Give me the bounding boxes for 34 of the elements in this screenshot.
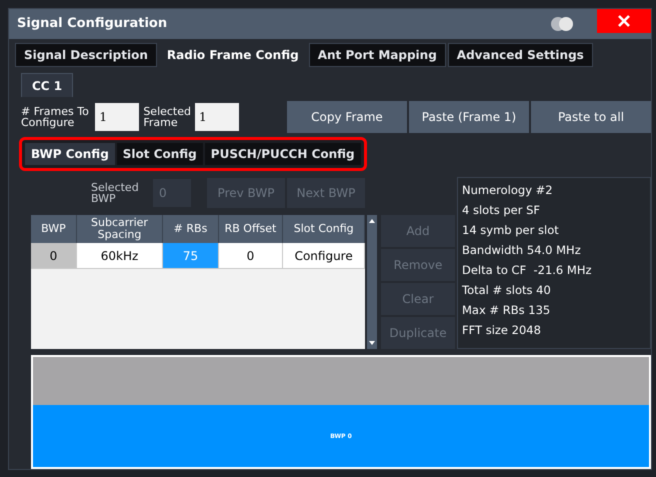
info-text: Bandwidth 54.0 MHz — [462, 242, 582, 258]
input-field[interactable]: 1 — [95, 103, 140, 131]
info-text: Total # slots 40 — [462, 282, 552, 298]
info-text: Max # RBs 135 — [462, 302, 552, 318]
tab[interactable]: BWP Config — [25, 143, 115, 165]
frame-button[interactable]: Paste to all — [531, 101, 651, 133]
info-text: FFT size 2048 — [462, 322, 542, 338]
toggle-icon[interactable] — [551, 17, 573, 31]
frame-button[interactable]: Paste (Frame 1) — [409, 101, 529, 133]
window-title: Signal Configuration — [17, 15, 168, 34]
scroll-up-icon[interactable] — [369, 219, 376, 223]
table-cell[interactable]: 0 — [31, 243, 77, 269]
tab[interactable]: Ant Port Mapping — [308, 43, 446, 67]
field-label: # Frames To Configure — [21, 106, 90, 128]
table-cell[interactable]: 60kHz — [77, 243, 163, 269]
info-text: Numerology #2 — [462, 182, 554, 198]
field-label: Selected BWP — [91, 182, 140, 204]
table-cell[interactable]: 0 — [219, 243, 283, 269]
close-button[interactable] — [597, 9, 651, 33]
info-text: 14 symb per slot — [462, 222, 560, 238]
frame-button[interactable]: Copy Frame — [287, 101, 407, 133]
tab[interactable]: CC 1 — [21, 73, 74, 97]
table-cell[interactable]: Configure — [283, 243, 366, 269]
tab[interactable]: Slot Config — [116, 143, 203, 165]
scroll-down-icon[interactable] — [369, 341, 376, 345]
field-label: Selected Frame — [143, 106, 191, 128]
scrollbar[interactable] — [367, 215, 377, 349]
tab[interactable]: Advanced Settings — [448, 43, 593, 67]
close-icon — [617, 14, 631, 28]
info-text: Delta to CF -21.6 MHz — [462, 262, 593, 278]
tab[interactable]: PUSCH/PUCCH Config — [204, 143, 361, 165]
tab[interactable]: Signal Description — [15, 43, 157, 67]
input-field[interactable]: 1 — [195, 103, 239, 131]
info-text: 4 slots per SF — [462, 202, 542, 218]
